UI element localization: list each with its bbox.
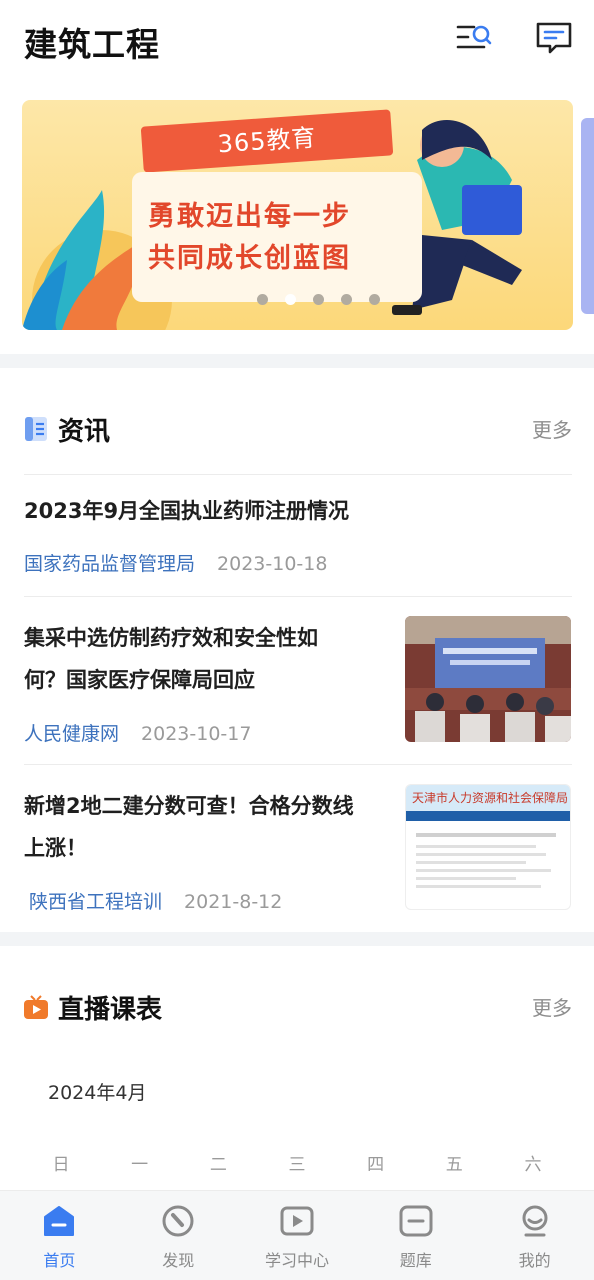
calendar-month[interactable]: 2024年4月 xyxy=(48,1078,146,1105)
tab-label: 首页 xyxy=(43,1251,76,1270)
carousel-dot[interactable] xyxy=(257,294,268,305)
carousel-indicator xyxy=(257,294,380,305)
tab-discover[interactable]: 发现 xyxy=(119,1191,238,1280)
news-meta: 陕西省工程培训 2021-8-12 xyxy=(29,887,282,914)
live-more-link[interactable]: 更多 xyxy=(532,992,572,1021)
weekday-label: 五 xyxy=(445,1155,463,1175)
carousel-dot[interactable] xyxy=(341,294,352,305)
news-more-link[interactable]: 更多 xyxy=(532,414,572,443)
news-thumbnail[interactable] xyxy=(405,616,571,742)
news-title-line1: 集采中选仿制药疗效和安全性如 xyxy=(24,626,318,650)
news-title-line2: 上涨！ xyxy=(24,836,87,860)
page-title: 建筑工程 xyxy=(24,25,160,64)
tab-home[interactable]: 首页 xyxy=(0,1191,119,1280)
news-source[interactable]: 人民健康网 xyxy=(24,723,119,745)
section-divider xyxy=(0,932,594,946)
message-icon[interactable] xyxy=(534,18,574,58)
play-icon xyxy=(279,1203,315,1239)
weekday-label: 六 xyxy=(524,1155,542,1175)
news-meta: 国家药品监督管理局 2023-10-18 xyxy=(24,549,327,576)
news-thumbnail[interactable]: 天津市人力资源和社会保障局 xyxy=(405,784,571,910)
tab-profile[interactable]: 我的 xyxy=(475,1191,594,1280)
tab-question-bank[interactable]: 题库 xyxy=(356,1191,475,1280)
tab-label: 发现 xyxy=(162,1251,195,1270)
weekday-label: 一 xyxy=(131,1155,149,1175)
news-icon xyxy=(24,416,48,442)
bottom-tab-bar: 首页 发现 学习中心 题库 我的 xyxy=(0,1190,594,1280)
news-date: 2021-8-12 xyxy=(184,891,283,913)
top-bar: 建筑工程 xyxy=(0,0,594,82)
news-title: 2023年9月全国执业药师注册情况 xyxy=(24,499,350,523)
news-date: 2023-10-17 xyxy=(141,723,252,745)
thumbnail-heading: 天津市人力资源和社会保障局 xyxy=(406,785,570,811)
profile-icon xyxy=(517,1203,553,1239)
banner-slogan-line1: 勇敢迈出每一步 xyxy=(148,201,351,232)
banner-slide[interactable]: 365教育 勇敢迈出每一步 共同成长创蓝图 xyxy=(22,100,573,330)
news-item[interactable]: 集采中选仿制药疗效和安全性如 何？国家医疗保障局回应 人民健康网 2023-10-… xyxy=(24,596,572,764)
news-item[interactable]: 2023年9月全国执业药师注册情况 国家药品监督管理局 2023-10-18 xyxy=(24,474,572,596)
carousel-dot[interactable] xyxy=(369,294,380,305)
news-section-header: 资讯 更多 xyxy=(24,410,572,450)
calendar-weekdays: 日 一 二 三 四 五 六 xyxy=(22,1150,572,1175)
live-section-header: 直播课表 更多 xyxy=(24,988,572,1028)
question-bank-icon xyxy=(398,1203,434,1239)
news-title-line2: 何？国家医疗保障局回应 xyxy=(24,668,255,692)
weekday-label: 四 xyxy=(367,1155,385,1175)
news-meta: 人民健康网 2023-10-17 xyxy=(24,719,251,746)
news-section-title: 资讯 xyxy=(58,417,111,447)
live-tv-icon xyxy=(24,994,48,1020)
tab-label: 题库 xyxy=(399,1251,432,1270)
news-date: 2023-10-18 xyxy=(217,553,328,575)
weekday-label: 二 xyxy=(209,1155,227,1175)
banner-carousel[interactable]: 365教育 勇敢迈出每一步 共同成长创蓝图 xyxy=(0,100,594,332)
news-source[interactable]: 陕西省工程培训 xyxy=(29,891,162,913)
tab-learning-center[interactable]: 学习中心 xyxy=(238,1191,357,1280)
home-icon xyxy=(41,1203,77,1239)
section-divider xyxy=(0,354,594,368)
carousel-dot[interactable] xyxy=(313,294,324,305)
weekday-label: 日 xyxy=(52,1155,70,1175)
news-title-line1: 新增2地二建分数可查！合格分数线 xyxy=(24,794,354,818)
news-item[interactable]: 新增2地二建分数可查！合格分数线 上涨！ 陕西省工程培训 2021-8-12 天津… xyxy=(24,764,572,932)
next-banner-peek[interactable] xyxy=(581,118,594,314)
live-section-title: 直播课表 xyxy=(58,995,163,1025)
news-source[interactable]: 国家药品监督管理局 xyxy=(24,553,195,575)
tab-label: 学习中心 xyxy=(264,1251,329,1270)
banner-slogan-line2: 共同成长创蓝图 xyxy=(148,243,351,274)
compass-icon xyxy=(160,1203,196,1239)
weekday-label: 三 xyxy=(288,1155,306,1175)
tab-label: 我的 xyxy=(518,1251,551,1270)
carousel-dot[interactable] xyxy=(285,294,296,305)
search-menu-icon[interactable] xyxy=(454,18,494,58)
